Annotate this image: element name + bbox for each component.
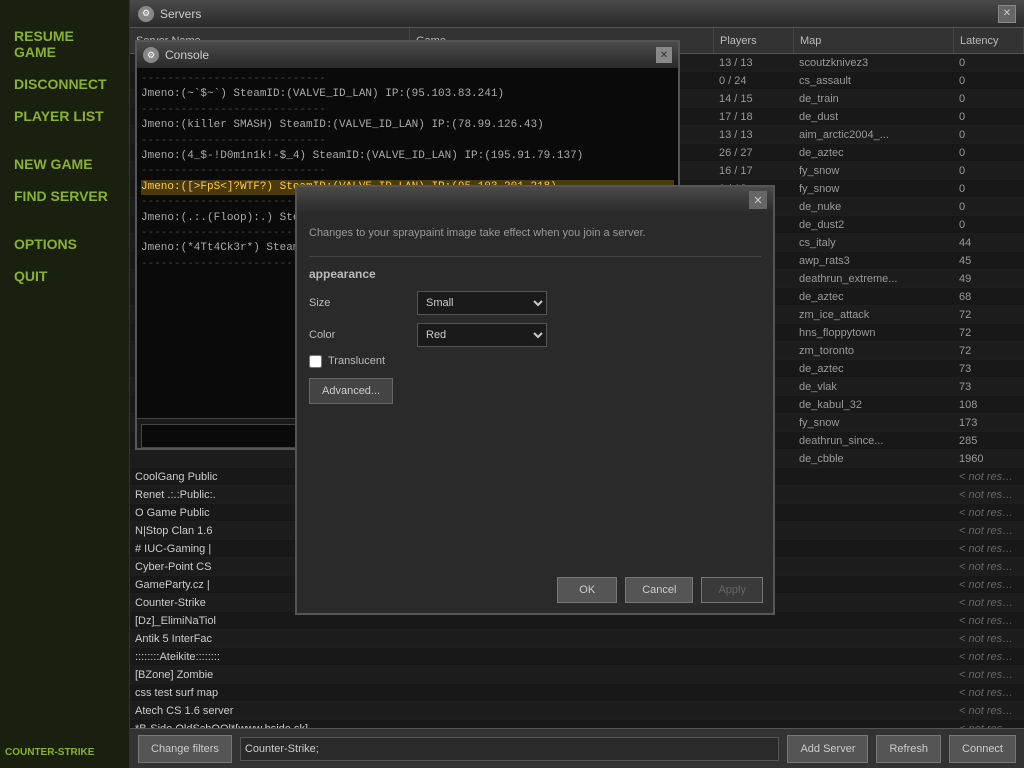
menu-resume-game[interactable]: Resume game bbox=[10, 20, 119, 68]
table-row[interactable]: *B-Side OldSchOOl*[www.bside.sk]< not re… bbox=[130, 720, 1024, 728]
menu-items: Resume game Disconnect Player list New G… bbox=[0, 0, 129, 312]
console-line: ---------------------------- bbox=[141, 164, 674, 179]
color-row: Color Red Blue Green bbox=[309, 323, 761, 347]
col-map[interactable]: Map bbox=[794, 28, 954, 53]
color-label: Color bbox=[309, 329, 409, 341]
servers-titlebar: ⚙ Servers ✕ bbox=[130, 0, 1024, 28]
console-close-button[interactable]: ✕ bbox=[656, 47, 672, 63]
settings-note: Changes to your spraypaint image take ef… bbox=[309, 225, 761, 242]
settings-footer: OK Cancel Apply bbox=[557, 577, 763, 603]
apply-button[interactable]: Apply bbox=[701, 577, 763, 603]
translucent-label: Translucent bbox=[328, 355, 385, 367]
settings-content: Changes to your spraypaint image take ef… bbox=[297, 213, 773, 416]
console-line: ---------------------------- bbox=[141, 72, 674, 87]
size-select[interactable]: Small Medium Large bbox=[417, 291, 547, 315]
console-line: Jmeno:(~`$~`) SteamID:(VALVE_ID_LAN) IP:… bbox=[141, 87, 674, 102]
menu-player-list[interactable]: Player list bbox=[10, 100, 119, 132]
change-filters-button[interactable]: Change filters bbox=[138, 735, 232, 763]
size-label: Size bbox=[309, 297, 409, 309]
game-logo: COUNTER-STRIKE bbox=[5, 747, 94, 758]
add-server-button[interactable]: Add Server bbox=[787, 735, 868, 763]
console-steam-icon: ⚙ bbox=[143, 47, 159, 63]
steam-icon: ⚙ bbox=[138, 6, 154, 22]
menu-find-server[interactable]: Find Server bbox=[10, 180, 119, 212]
ok-button[interactable]: OK bbox=[557, 577, 617, 603]
appearance-section: appearance Size Small Medium Large Color… bbox=[309, 256, 761, 404]
left-sidebar: Resume game Disconnect Player list New G… bbox=[0, 0, 130, 768]
table-row[interactable]: css test surf map< not responding > bbox=[130, 684, 1024, 702]
filter-input[interactable] bbox=[240, 737, 780, 761]
settings-note-section: Changes to your spraypaint image take ef… bbox=[309, 225, 761, 242]
console-line: Jmeno:(4_$-!D0m1n1k!-$_4) SteamID:(VALVE… bbox=[141, 149, 674, 164]
menu-quit[interactable]: Quit bbox=[10, 260, 119, 292]
servers-close-button[interactable]: ✕ bbox=[998, 5, 1016, 23]
settings-close-button[interactable]: ✕ bbox=[749, 191, 767, 209]
settings-dialog: ✕ Changes to your spraypaint image take … bbox=[295, 185, 775, 615]
servers-window-title: Servers bbox=[160, 7, 998, 21]
col-latency[interactable]: Latency bbox=[954, 28, 1024, 53]
cancel-button[interactable]: Cancel bbox=[625, 577, 693, 603]
refresh-button[interactable]: Refresh bbox=[876, 735, 941, 763]
appearance-title: appearance bbox=[309, 267, 761, 281]
col-players[interactable]: Players bbox=[714, 28, 794, 53]
table-row[interactable]: ::::::::Ateikite::::::::< not responding… bbox=[130, 648, 1024, 666]
menu-options[interactable]: Options bbox=[10, 228, 119, 260]
connect-button[interactable]: Connect bbox=[949, 735, 1016, 763]
menu-disconnect[interactable]: Disconnect bbox=[10, 68, 119, 100]
console-line: Jmeno:(killer SMASH) SteamID:(VALVE_ID_L… bbox=[141, 118, 674, 133]
advanced-button[interactable]: Advanced... bbox=[309, 378, 393, 404]
bottom-toolbar: Change filters Add Server Refresh Connec… bbox=[130, 728, 1024, 768]
color-select[interactable]: Red Blue Green bbox=[417, 323, 547, 347]
translucent-row: Translucent bbox=[309, 355, 761, 368]
translucent-checkbox[interactable] bbox=[309, 355, 322, 368]
menu-new-game[interactable]: New Game bbox=[10, 148, 119, 180]
table-row[interactable]: Antik 5 InterFac< not responding > bbox=[130, 630, 1024, 648]
console-line: ---------------------------- bbox=[141, 134, 674, 149]
table-row[interactable]: [BZone] Zombie< not responding > bbox=[130, 666, 1024, 684]
size-row: Size Small Medium Large bbox=[309, 291, 761, 315]
console-titlebar: ⚙ Console ✕ bbox=[137, 42, 678, 68]
console-title: Console bbox=[165, 48, 656, 62]
table-row[interactable]: Atech CS 1.6 server< not responding > bbox=[130, 702, 1024, 720]
console-line: ---------------------------- bbox=[141, 103, 674, 118]
settings-titlebar: ✕ bbox=[297, 187, 773, 213]
